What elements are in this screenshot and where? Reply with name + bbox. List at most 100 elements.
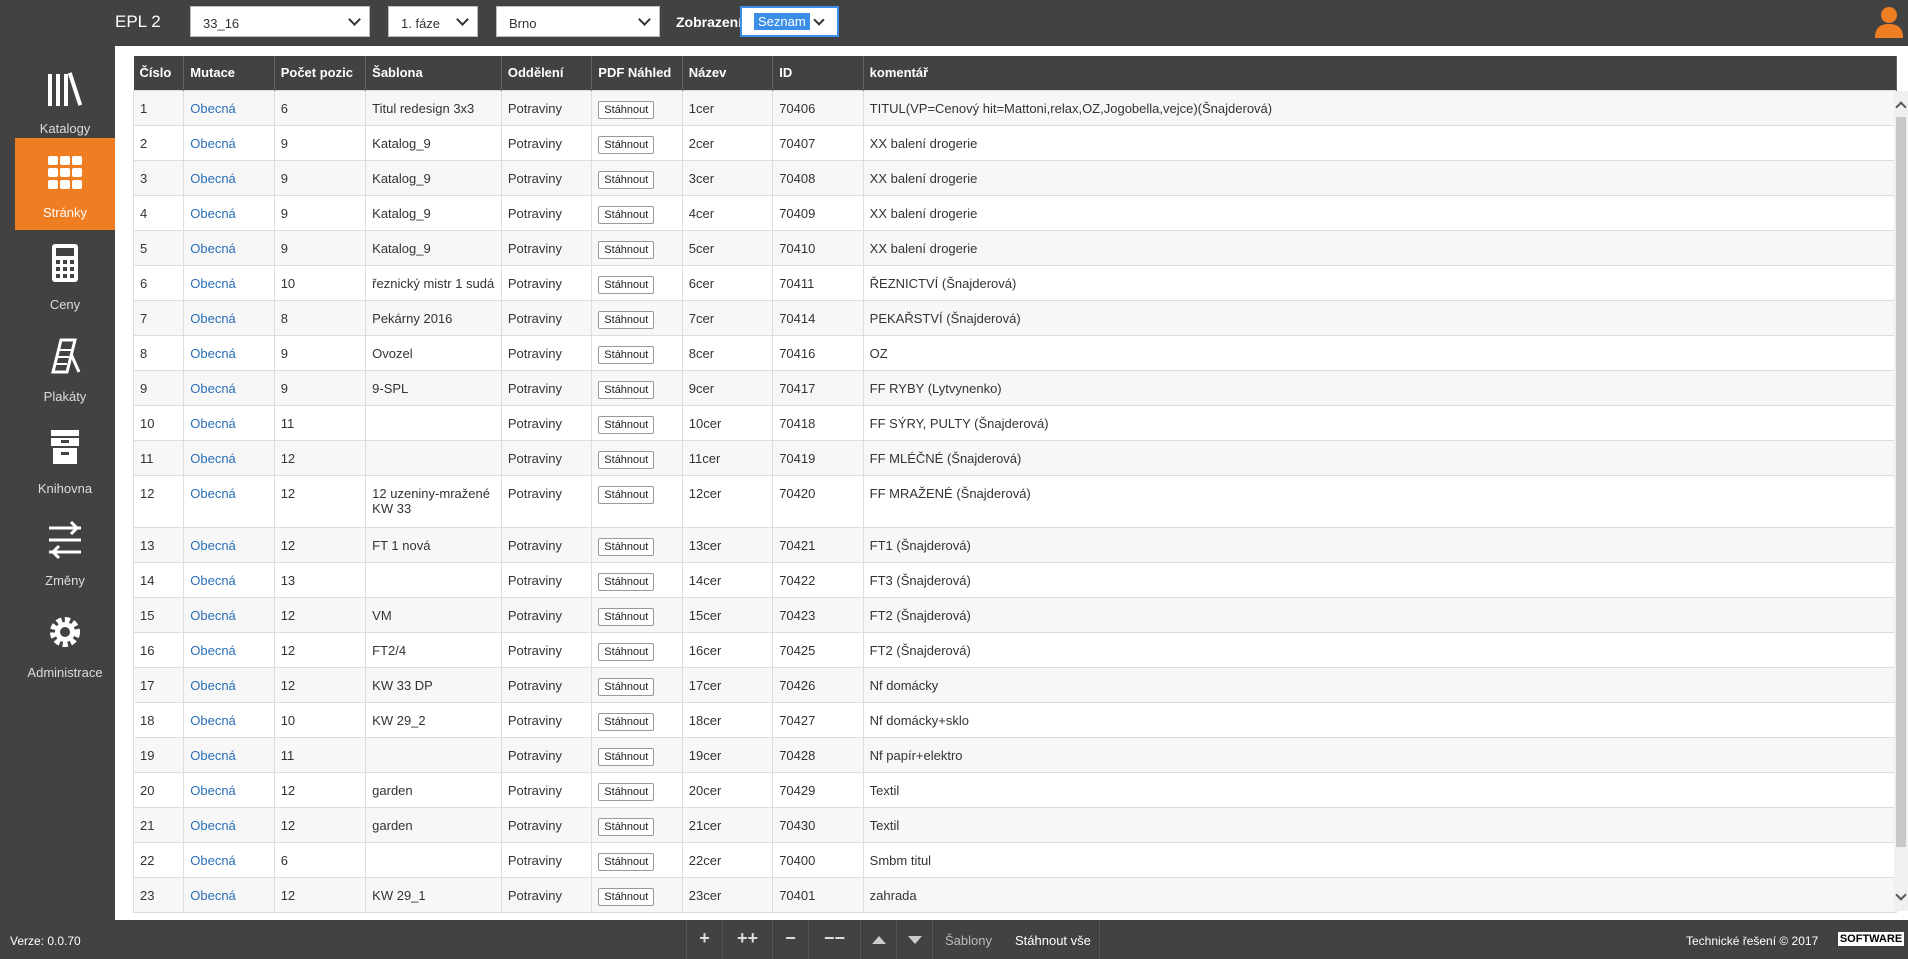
mutace-link[interactable]: Obecná [190,678,236,693]
faze-select[interactable]: 1. fáze [388,6,478,37]
remove-pages-button[interactable]: −− [808,920,860,959]
mutace-link[interactable]: Obecná [190,346,236,361]
mutace-link[interactable]: Obecná [190,276,236,291]
table-row[interactable]: 2 Obecná 9 Katalog_9 Potraviny Stáhnout 2cer 70… [133,124,1897,161]
download-pdf-button[interactable]: Stáhnout [598,747,655,766]
sidebar-item-stranky[interactable]: Stránky [15,138,115,230]
mutace-link[interactable]: Obecná [190,171,236,186]
column-header[interactable]: komentář [863,56,1897,90]
download-pdf-button[interactable]: Stáhnout [598,170,655,189]
mutace-link[interactable]: Obecná [190,101,236,116]
mutace-link[interactable]: Obecná [190,853,236,868]
sidebar-item-plakaty[interactable]: Plakáty [15,322,115,414]
sidebar-item-administrace[interactable]: Administrace [15,598,115,690]
pobocka-select[interactable]: Brno [496,6,660,37]
mutace-link[interactable]: Obecná [190,486,236,501]
table-row[interactable]: 14 Obecná 13 Potraviny Stáhnout 14cer 70422 FT3… [133,561,1897,598]
mutace-link[interactable]: Obecná [190,608,236,623]
user-icon[interactable] [1874,6,1904,38]
download-pdf-button[interactable]: Stáhnout [598,782,655,801]
mutace-link[interactable]: Obecná [190,573,236,588]
table-row[interactable]: 16 Obecná 12 FT2/4 Potraviny Stáhnout 16cer 704… [133,631,1897,668]
download-pdf-button[interactable]: Stáhnout [598,485,655,504]
download-pdf-button[interactable]: Stáhnout [598,712,655,731]
table-row[interactable]: 7 Obecná 8 Pekárny 2016 Potraviny Stáhnout 7ce… [133,299,1897,336]
table-row[interactable]: 23 Obecná 12 KW 29_1 Potraviny Stáhnout 23cer 7… [133,876,1897,913]
sidebar-item-zmeny[interactable]: Změny [15,506,115,598]
table-row[interactable]: 10 Obecná 11 Potraviny Stáhnout 10cer 70418 FF … [133,404,1897,441]
column-header[interactable]: ID [772,56,864,90]
mutace-link[interactable]: Obecná [190,818,236,833]
download-pdf-button[interactable]: Stáhnout [598,677,655,696]
sidebar-item-katalogy[interactable]: Katalogy [15,54,115,146]
column-header[interactable]: Oddělení [501,56,593,90]
download-pdf-button[interactable]: Stáhnout [598,572,655,591]
table-row[interactable]: 9 Obecná 9 9-SPL Potraviny Stáhnout 9cer 70417 F… [133,369,1897,406]
table-row[interactable]: 5 Obecná 9 Katalog_9 Potraviny Stáhnout 5cer 70… [133,229,1897,266]
download-pdf-button[interactable]: Stáhnout [598,450,655,469]
move-down-button[interactable] [896,920,932,959]
mutace-link[interactable]: Obecná [190,783,236,798]
mutace-link[interactable]: Obecná [190,311,236,326]
table-row[interactable]: 8 Obecná 9 Ovozel Potraviny Stáhnout 8cer 70416… [133,334,1897,371]
column-header[interactable]: Číslo [133,56,185,90]
table-row[interactable]: 3 Obecná 9 Katalog_9 Potraviny Stáhnout 3cer 70… [133,159,1897,196]
download-pdf-button[interactable]: Stáhnout [598,415,655,434]
mutace-link[interactable]: Obecná [190,538,236,553]
zobrazeni-select[interactable]: Seznam [740,6,839,37]
mutace-link[interactable]: Obecná [190,713,236,728]
column-header[interactable]: Šablona [365,56,502,90]
table-row[interactable]: 13 Obecná 12 FT 1 nová Potraviny Stáhnout 13ce… [133,526,1897,563]
table-row[interactable]: 4 Obecná 9 Katalog_9 Potraviny Stáhnout 4cer 70… [133,194,1897,231]
download-pdf-button[interactable]: Stáhnout [598,380,655,399]
scroll-down-icon[interactable] [1895,889,1907,901]
mutace-link[interactable]: Obecná [190,643,236,658]
column-header[interactable]: Mutace [183,56,275,90]
mutace-link[interactable]: Obecná [190,451,236,466]
mutace-link[interactable]: Obecná [190,888,236,903]
mutace-link[interactable]: Obecná [190,136,236,151]
katalog-select[interactable]: 33_16 [190,6,370,37]
download-pdf-button[interactable]: Stáhnout [598,135,655,154]
sidebar-item-knihovna[interactable]: Knihovna [15,414,115,506]
table-row[interactable]: 19 Obecná 11 Potraviny Stáhnout 19cer 70428 Nf … [133,736,1897,773]
scroll-thumb[interactable] [1896,117,1906,847]
column-header[interactable]: PDF Náhled [591,56,683,90]
download-pdf-button[interactable]: Stáhnout [598,100,655,119]
download-pdf-button[interactable]: Stáhnout [598,817,655,836]
download-pdf-button[interactable]: Stáhnout [598,240,655,259]
mutace-link[interactable]: Obecná [190,206,236,221]
table-row[interactable]: 11 Obecná 12 Potraviny Stáhnout 11cer 70419 FF … [133,439,1897,476]
mutace-link[interactable]: Obecná [190,748,236,763]
table-row[interactable]: 6 Obecná 10 řeznický mistr 1 sudá Potraviny S… [133,264,1897,301]
sablony-button[interactable]: Šablony [945,933,992,948]
move-up-button[interactable] [860,920,896,959]
download-pdf-button[interactable]: Stáhnout [598,345,655,364]
table-row[interactable]: 12 Obecná 12 12 uzeniny-mražené KW 33 Potrav… [133,474,1897,528]
download-all-button[interactable]: Stáhnout vše [1015,933,1091,948]
remove-page-button[interactable]: − [772,920,808,959]
table-row[interactable]: 17 Obecná 12 KW 33 DP Potraviny Stáhnout 17cer… [133,666,1897,703]
download-pdf-button[interactable]: Stáhnout [598,205,655,224]
table-row[interactable]: 15 Obecná 12 VM Potraviny Stáhnout 15cer 70423 F… [133,596,1897,633]
table-row[interactable]: 18 Obecná 10 KW 29_2 Potraviny Stáhnout 18cer 7… [133,701,1897,738]
sidebar-item-ceny[interactable]: Ceny [15,230,115,322]
add-page-button[interactable]: + [686,920,722,959]
mutace-link[interactable]: Obecná [190,241,236,256]
column-header[interactable]: Počet pozic [274,56,367,90]
mutace-link[interactable]: Obecná [190,381,236,396]
table-scrollbar[interactable] [1894,91,1908,911]
download-pdf-button[interactable]: Stáhnout [598,275,655,294]
table-row[interactable]: 20 Obecná 12 garden Potraviny Stáhnout 20cer 70… [133,771,1897,808]
scroll-up-icon[interactable] [1895,101,1907,113]
download-pdf-button[interactable]: Stáhnout [598,852,655,871]
download-pdf-button[interactable]: Stáhnout [598,642,655,661]
download-pdf-button[interactable]: Stáhnout [598,310,655,329]
add-pages-button[interactable]: ++ [722,920,772,959]
column-header[interactable]: Název [682,56,774,90]
download-pdf-button[interactable]: Stáhnout [598,887,655,906]
table-row[interactable]: 21 Obecná 12 garden Potraviny Stáhnout 21cer 70… [133,806,1897,843]
table-row[interactable]: 22 Obecná 6 Potraviny Stáhnout 22cer 70400 Smbm… [133,841,1897,878]
download-pdf-button[interactable]: Stáhnout [598,607,655,626]
download-pdf-button[interactable]: Stáhnout [598,537,655,556]
